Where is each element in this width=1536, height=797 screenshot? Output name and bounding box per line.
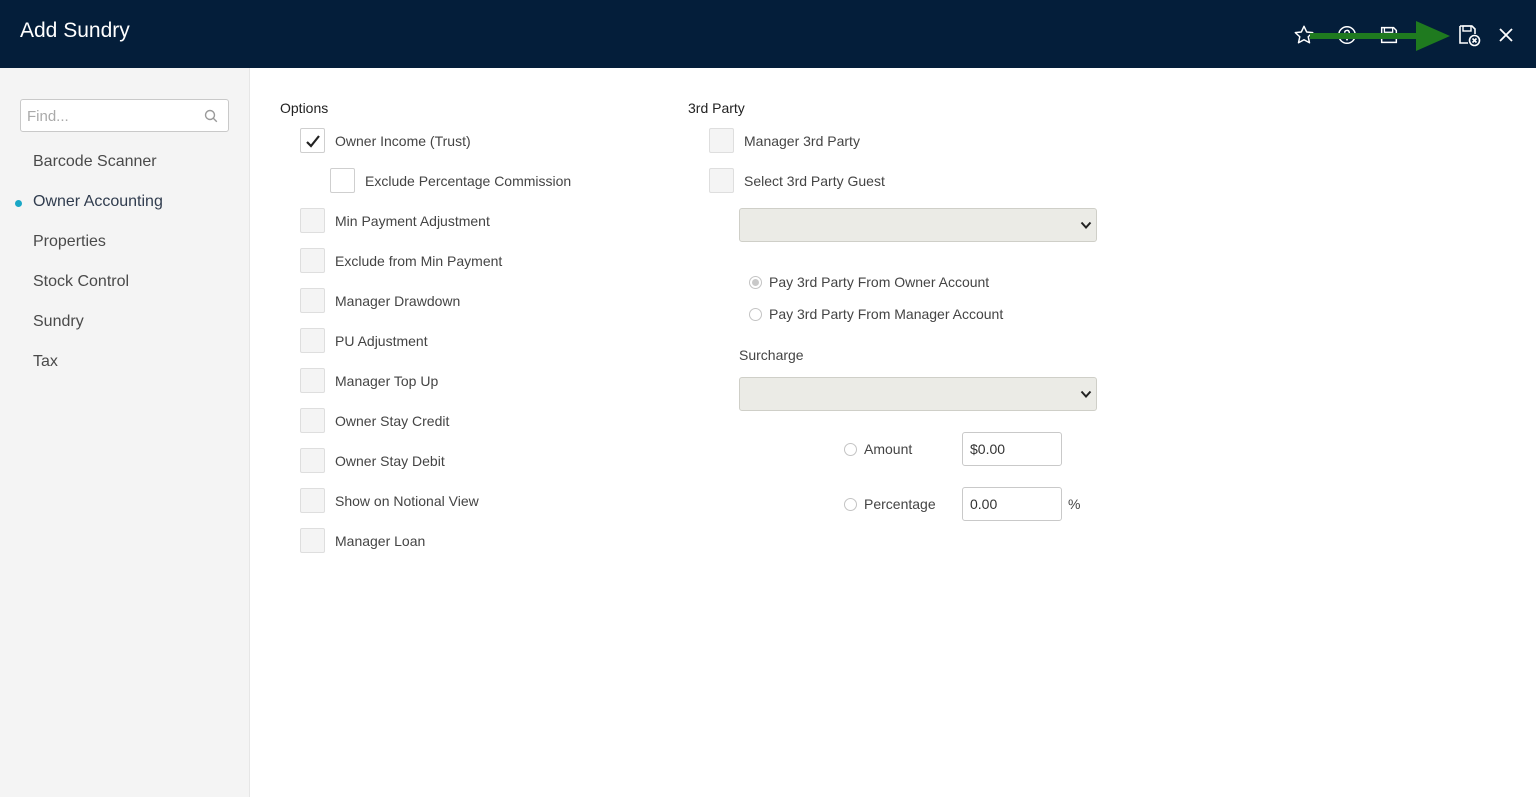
sidebar-item-owner-accounting[interactable]: Owner Accounting <box>33 193 163 211</box>
owner-stay-debit-label: Owner Stay Debit <box>335 453 445 469</box>
sidebar-item-stock-control[interactable]: Stock Control <box>33 273 129 291</box>
sidebar-item-barcode-scanner[interactable]: Barcode Scanner <box>33 153 157 171</box>
owner-stay-debit-checkbox[interactable] <box>300 448 325 473</box>
owner-stay-credit-checkbox[interactable] <box>300 408 325 433</box>
sidebar-item-sundry[interactable]: Sundry <box>33 313 84 331</box>
owner-income-trust-label: Owner Income (Trust) <box>335 133 471 149</box>
page-title: Add Sundry <box>20 19 130 42</box>
exclude-from-min-payment-checkbox[interactable] <box>300 248 325 273</box>
manager-3rd-party-label: Manager 3rd Party <box>744 133 860 149</box>
pu-adjustment-label: PU Adjustment <box>335 333 428 349</box>
active-indicator <box>15 200 22 207</box>
manager-loan-checkbox[interactable] <box>300 528 325 553</box>
pay-from-owner-radio[interactable] <box>749 276 762 289</box>
select-3rd-party-guest-checkbox[interactable] <box>709 168 734 193</box>
amount-input[interactable] <box>970 441 1056 457</box>
pay-from-owner-label: Pay 3rd Party From Owner Account <box>769 274 990 290</box>
owner-income-trust-checkbox[interactable] <box>300 128 325 153</box>
sidebar-item-properties[interactable]: Properties <box>33 233 106 251</box>
sidebar-item-tax[interactable]: Tax <box>33 353 58 371</box>
select-3rd-party-guest-label: Select 3rd Party Guest <box>744 173 885 189</box>
manager-drawdown-checkbox[interactable] <box>300 288 325 313</box>
third-party-guest-select[interactable] <box>739 208 1097 242</box>
min-payment-adjustment-checkbox[interactable] <box>300 208 325 233</box>
manager-loan-label: Manager Loan <box>335 533 426 549</box>
surcharge-label: Surcharge <box>739 347 804 363</box>
percentage-label: Percentage <box>864 496 936 512</box>
owner-stay-credit-label: Owner Stay Credit <box>335 413 450 429</box>
find-input[interactable] <box>27 106 197 126</box>
show-on-notional-view-checkbox[interactable] <box>300 488 325 513</box>
percent-suffix: % <box>1068 496 1081 512</box>
percentage-field[interactable] <box>962 487 1062 521</box>
manager-drawdown-label: Manager Drawdown <box>335 293 461 309</box>
sidebar: Barcode Scanner Owner Accounting Propert… <box>0 68 250 797</box>
manager-top-up-checkbox[interactable] <box>300 368 325 393</box>
find-field[interactable] <box>20 99 229 132</box>
save-and-close-icon[interactable] <box>1456 22 1482 48</box>
third-party-heading: 3rd Party <box>688 100 745 116</box>
exclude-from-min-payment-label: Exclude from Min Payment <box>335 253 503 269</box>
percentage-input[interactable] <box>970 496 1056 512</box>
amount-field[interactable] <box>962 432 1062 466</box>
amount-label: Amount <box>864 441 913 457</box>
search-icon[interactable] <box>204 109 218 128</box>
surcharge-select[interactable] <box>739 377 1097 411</box>
manager-top-up-label: Manager Top Up <box>335 373 439 389</box>
exclude-percentage-commission-label: Exclude Percentage Commission <box>365 173 572 189</box>
amount-radio[interactable] <box>844 443 857 456</box>
options-heading: Options <box>280 100 329 116</box>
show-on-notional-view-label: Show on Notional View <box>335 493 479 509</box>
annotation-arrow <box>1310 21 1450 51</box>
min-payment-adjustment-label: Min Payment Adjustment <box>335 213 490 229</box>
manager-3rd-party-checkbox[interactable] <box>709 128 734 153</box>
percentage-radio[interactable] <box>844 498 857 511</box>
pu-adjustment-checkbox[interactable] <box>300 328 325 353</box>
pay-from-manager-radio[interactable] <box>749 308 762 321</box>
pay-from-manager-label: Pay 3rd Party From Manager Account <box>769 306 1004 322</box>
exclude-percentage-commission-checkbox[interactable] <box>330 168 355 193</box>
title-bar: Add Sundry <box>0 0 1536 68</box>
close-icon[interactable] <box>1493 22 1519 48</box>
